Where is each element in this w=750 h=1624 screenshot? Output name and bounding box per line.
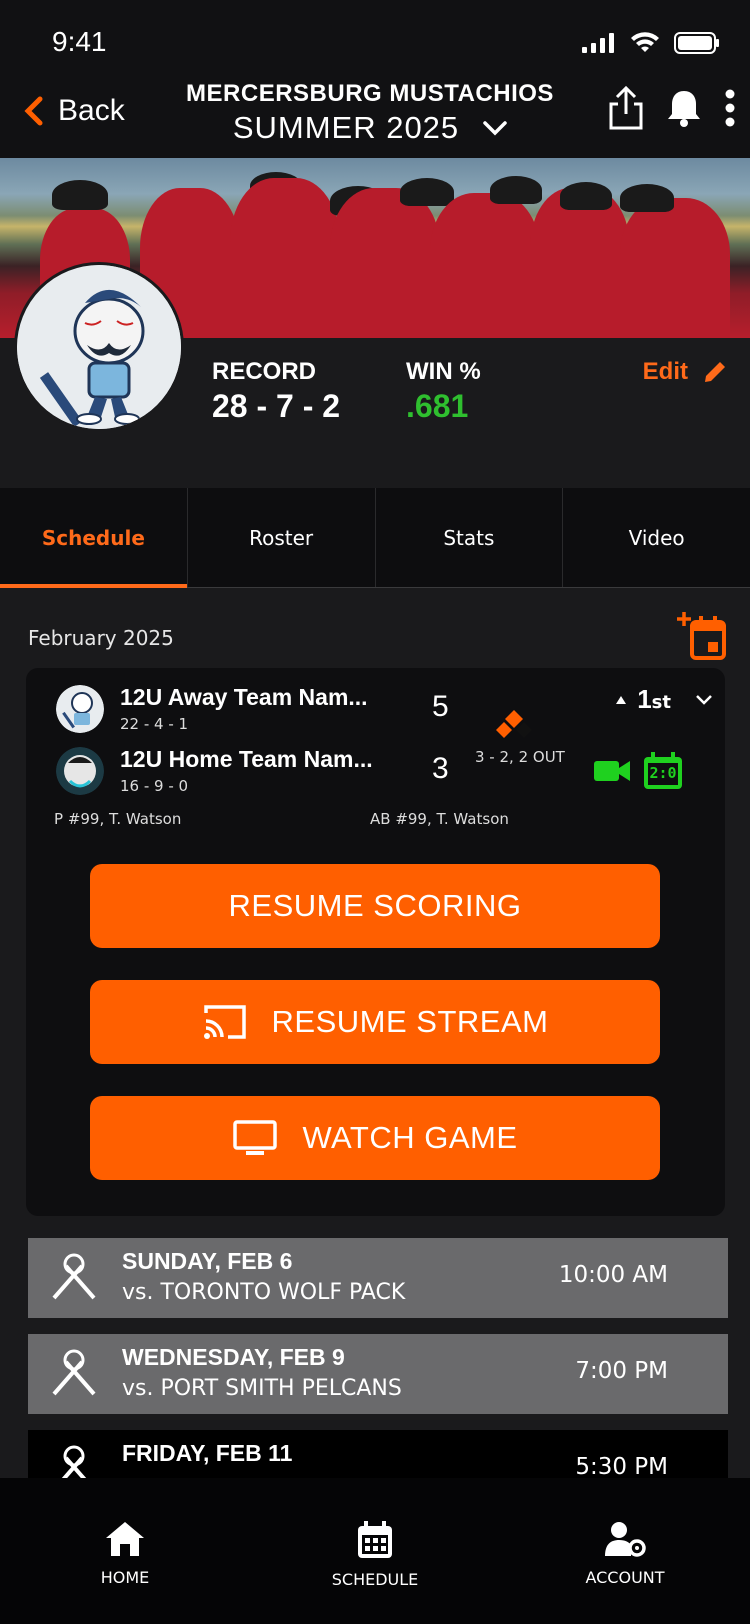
team-logo	[14, 262, 184, 432]
home-team-avatar	[56, 746, 104, 795]
win-block: WIN % .681	[406, 358, 481, 425]
resume-scoring-button[interactable]: RESUME SCORING	[90, 864, 660, 948]
season-label: SUMMER 2025	[232, 110, 460, 145]
status-bar: 9:41	[0, 0, 750, 80]
home-team-record: 16 - 9 - 0	[120, 777, 189, 795]
baseball-bats-icon	[52, 1349, 96, 1396]
record-label: RECORD	[212, 358, 317, 385]
signal-icon	[582, 33, 614, 53]
tab-roster[interactable]: Roster	[188, 488, 376, 587]
status-time: 9:41	[52, 26, 107, 57]
win-value: .681	[406, 388, 469, 424]
tab-stats[interactable]: Stats	[376, 488, 564, 587]
win-label: WIN %	[406, 358, 481, 385]
game-day: FRIDAY, FEB 11	[122, 1440, 293, 1466]
batter-label: AB #99, T. Watson	[370, 810, 509, 828]
month-header: February 2025	[28, 610, 728, 660]
tab-schedule[interactable]: Schedule	[0, 488, 188, 588]
live-game-card[interactable]: 12U Away Team Nam... 22 - 4 - 1 5 12U Ho…	[26, 668, 725, 1216]
chevron-down-icon	[696, 694, 712, 705]
edit-button[interactable]: Edit	[643, 358, 728, 386]
watch-game-label: WATCH GAME	[302, 1120, 518, 1155]
game-time: 10:00 AM	[558, 1262, 668, 1288]
wifi-icon	[631, 32, 659, 52]
month-label: February 2025	[28, 626, 174, 650]
baseball-bats-icon	[61, 1445, 87, 1478]
home-team-name: 12U Home Team Nam...	[120, 746, 373, 772]
add-event-icon[interactable]	[676, 610, 728, 662]
game-time: 5:30 PM	[575, 1454, 668, 1478]
media-icons: 2:0	[593, 752, 683, 790]
away-team-name: 12U Away Team Nam...	[120, 684, 368, 710]
status-icons	[582, 32, 720, 54]
bottom-nav-schedule-label: SCHEDULE	[331, 1570, 419, 1589]
schedule-game-item[interactable]: FRIDAY, FEB 11 5:30 PM	[28, 1430, 728, 1478]
inning-top-arrow-icon	[616, 695, 627, 704]
home-icon	[106, 1522, 144, 1556]
nav-actions	[608, 86, 736, 130]
bottom-nav-schedule[interactable]: SCHEDULE	[250, 1478, 500, 1624]
bottom-nav-home-label: HOME	[100, 1568, 150, 1587]
video-camera-icon[interactable]	[593, 758, 631, 784]
nav-bar: Back MERCERSBURG MUSTACHIOS SUMMER 2025	[0, 80, 750, 158]
record-value: 28 - 7 - 2	[212, 388, 341, 424]
cast-icon	[203, 1005, 246, 1039]
bases-diamond-icon	[496, 710, 532, 738]
pitcher-label: P #99, T. Watson	[54, 810, 182, 828]
away-team-record: 22 - 4 - 1	[120, 715, 189, 733]
game-opponent: vs. PORT SMITH PELCANS	[122, 1376, 402, 1401]
bell-icon[interactable]	[666, 88, 702, 128]
home-score: 3	[432, 752, 449, 785]
baseball-bats-icon	[52, 1253, 96, 1300]
away-team-row: 12U Away Team Nam... 22 - 4 - 1	[56, 684, 368, 733]
away-team-avatar	[56, 684, 104, 733]
game-day: WEDNESDAY, FEB 9	[122, 1344, 345, 1370]
resume-stream-button[interactable]: RESUME STREAM	[90, 980, 660, 1064]
game-time: 7:00 PM	[575, 1358, 668, 1384]
count-outs: 3 - 2, 2 OUT	[475, 748, 565, 766]
bottom-nav-account-label: ACCOUNT	[585, 1568, 665, 1587]
chevron-down-icon	[483, 121, 507, 136]
calendar-icon	[358, 1521, 392, 1558]
bottom-nav-home[interactable]: HOME	[0, 1478, 250, 1624]
tv-icon	[233, 1120, 278, 1155]
resume-scoring-label: RESUME SCORING	[228, 888, 522, 923]
current-matchup: P #99, T. Watson AB #99, T. Watson	[54, 810, 694, 828]
schedule-game-item[interactable]: SUNDAY, FEB 6 vs. TORONTO WOLF PACK 10:0…	[28, 1238, 728, 1318]
resume-stream-label: RESUME STREAM	[271, 1004, 549, 1039]
inning-number: 1	[637, 684, 652, 714]
inning-suffix: st	[651, 692, 671, 713]
team-tabs: Schedule Roster Stats Video	[0, 488, 750, 588]
away-score: 5	[432, 690, 449, 723]
bottom-nav: HOME SCHEDULE ACCOUNT	[0, 1478, 750, 1624]
game-day: SUNDAY, FEB 6	[122, 1248, 293, 1274]
bottom-nav-account[interactable]: ACCOUNT	[500, 1478, 750, 1624]
account-settings-icon	[605, 1522, 646, 1557]
game-opponent: vs. TORONTO WOLF PACK	[122, 1280, 406, 1305]
pencil-icon	[705, 362, 725, 382]
watch-game-button[interactable]: WATCH GAME	[90, 1096, 660, 1180]
scoreboard-text: 2:0	[649, 764, 677, 782]
battery-icon	[674, 32, 719, 54]
record-block: RECORD 28 - 7 - 2	[212, 358, 340, 425]
schedule-game-item[interactable]: WEDNESDAY, FEB 9 vs. PORT SMITH PELCANS …	[28, 1334, 728, 1414]
inning-indicator[interactable]: 1st	[615, 684, 713, 715]
home-team-row: 12U Home Team Nam... 16 - 9 - 0	[56, 746, 373, 795]
share-icon[interactable]	[608, 86, 644, 130]
more-vertical-icon[interactable]	[724, 88, 736, 128]
edit-label: Edit	[642, 358, 688, 385]
scoreboard-icon[interactable]: 2:0	[643, 752, 683, 790]
tab-video[interactable]: Video	[563, 488, 750, 587]
